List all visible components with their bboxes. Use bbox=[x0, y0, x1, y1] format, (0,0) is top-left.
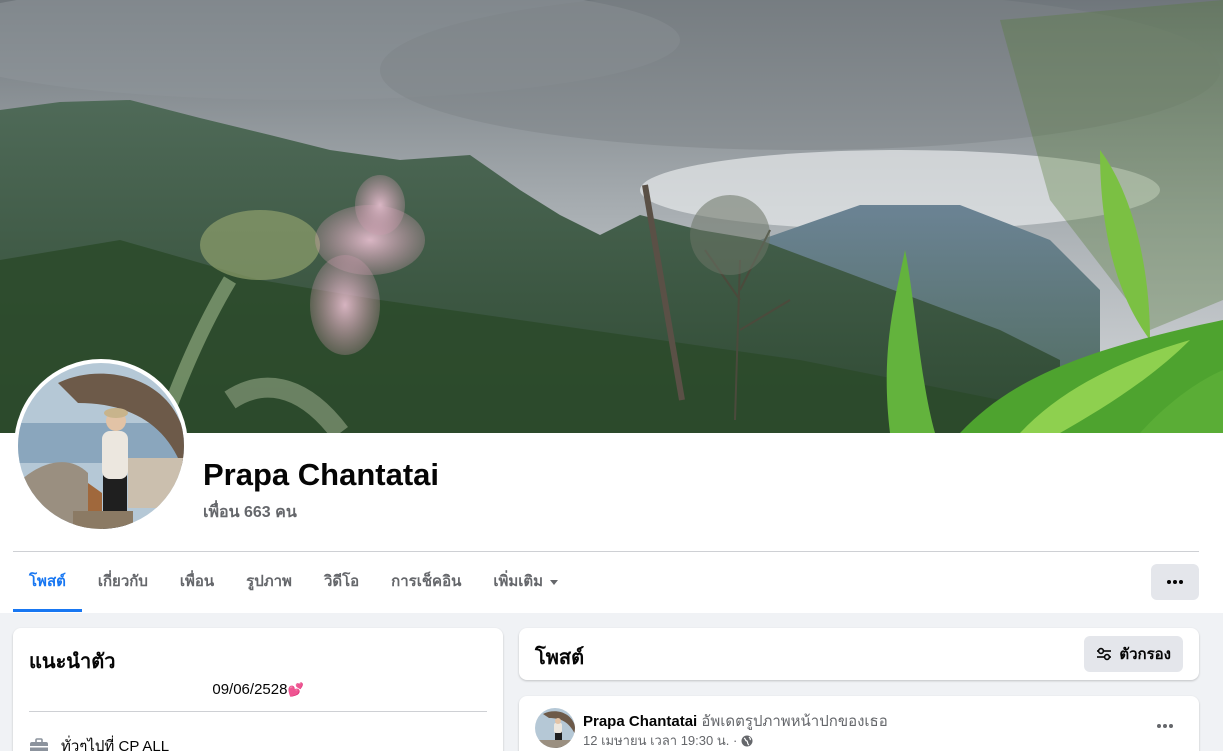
profile-avatar[interactable] bbox=[14, 359, 188, 533]
intro-work-text: ทั่วๆไปที่ CP ALL bbox=[61, 738, 170, 751]
intro-work-item: ทั่วๆไปที่ CP ALL bbox=[29, 734, 169, 751]
tab-more[interactable]: เพิ่มเติม bbox=[477, 552, 574, 612]
intro-card: แนะนำตัว 09/06/2528💕 ทั่วๆไปที่ CP ALL bbox=[13, 628, 503, 751]
three-dots-icon bbox=[1157, 724, 1173, 728]
posts-title: โพสต์ bbox=[535, 647, 585, 669]
post-meta: 12 เมษายน เวลา 19:30 น. · bbox=[583, 730, 753, 751]
profile-name: Prapa Chantatai bbox=[203, 457, 440, 492]
tab-friends[interactable]: เพื่อน bbox=[164, 552, 230, 612]
tab-friends-label: เพื่อน bbox=[179, 573, 215, 590]
filter-label: ตัวกรอง bbox=[1119, 646, 1171, 663]
cover-landscape-image bbox=[0, 0, 1223, 433]
briefcase-icon bbox=[30, 738, 48, 751]
tab-photos[interactable]: รูปภาพ bbox=[230, 552, 308, 612]
globe-icon[interactable] bbox=[741, 735, 753, 747]
post-action-text: อัพเดตรูปภาพหน้าปกของเธอ bbox=[701, 713, 888, 730]
post-timestamp[interactable]: 12 เมษายน เวลา 19:30 น. · bbox=[583, 730, 737, 751]
tab-photos-label: รูปภาพ bbox=[246, 573, 292, 590]
friends-count[interactable]: เพื่อน 663 คน bbox=[203, 500, 297, 525]
intro-bio: 09/06/2528💕 bbox=[13, 681, 503, 698]
tab-posts[interactable]: โพสต์ bbox=[13, 552, 82, 612]
avatar-photo bbox=[18, 363, 184, 529]
tab-about[interactable]: เกี่ยวกับ bbox=[82, 552, 164, 612]
three-dots-icon bbox=[1167, 580, 1183, 584]
tab-more-label: เพิ่มเติม bbox=[493, 573, 544, 590]
tab-videos[interactable]: วิดีโอ bbox=[308, 552, 375, 612]
posts-header-card: โพสต์ ตัวกรอง bbox=[519, 628, 1199, 680]
tab-videos-label: วิดีโอ bbox=[323, 573, 360, 590]
filter-sliders-icon bbox=[1097, 647, 1112, 661]
post-card: Prapa Chantatai อัพเดตรูปภาพหน้าปกของเธอ… bbox=[519, 696, 1199, 751]
heart-emoji: 💕 bbox=[287, 682, 304, 697]
post-avatar-photo bbox=[535, 708, 575, 748]
filter-button[interactable]: ตัวกรอง bbox=[1084, 636, 1183, 672]
profile-more-button[interactable] bbox=[1151, 564, 1199, 600]
post-options-button[interactable] bbox=[1147, 712, 1183, 740]
post-author-name[interactable]: Prapa Chantatai bbox=[583, 713, 697, 730]
caret-down-icon bbox=[550, 579, 559, 585]
intro-title: แนะนำตัว bbox=[29, 651, 116, 673]
tab-checkins[interactable]: การเช็คอิน bbox=[375, 552, 477, 612]
tab-about-label: เกี่ยวกับ bbox=[97, 573, 148, 590]
intro-bio-text: 09/06/2528 bbox=[212, 681, 288, 698]
post-author-avatar[interactable] bbox=[535, 708, 575, 748]
tab-checkins-label: การเช็คอิน bbox=[391, 573, 462, 590]
cover-photo[interactable] bbox=[0, 0, 1223, 433]
profile-tabs: โพสต์ เกี่ยวกับ เพื่อน รูปภาพ วิดีโอ การ… bbox=[13, 552, 574, 612]
intro-divider bbox=[29, 711, 487, 712]
tab-posts-label: โพสต์ bbox=[29, 573, 66, 590]
